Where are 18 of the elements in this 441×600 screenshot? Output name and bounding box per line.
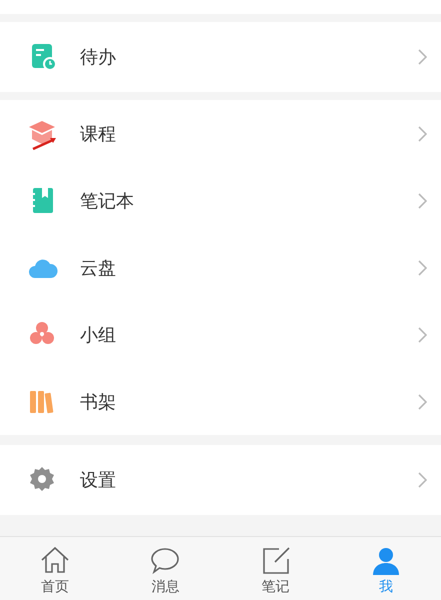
speech-bubble-icon xyxy=(150,546,180,576)
menu-item[interactable]: 书架 xyxy=(0,368,441,435)
home-icon xyxy=(40,546,70,576)
chevron-icon xyxy=(417,124,427,142)
menu-item[interactable]: 笔记本 xyxy=(0,167,441,234)
menu-item[interactable]: 小组 xyxy=(0,301,441,368)
chevron-icon xyxy=(417,258,427,276)
menu-item[interactable]: 课程 xyxy=(0,100,441,167)
person-icon xyxy=(370,546,401,576)
chevron-icon xyxy=(417,192,427,210)
chevron-icon xyxy=(417,471,427,489)
chevron-icon xyxy=(417,392,427,410)
chevron-icon xyxy=(417,326,427,344)
edit-icon xyxy=(260,546,291,576)
menu-item[interactable]: 设置 xyxy=(0,445,441,515)
chevron-icon xyxy=(417,48,427,66)
menu-item[interactable]: 云盘 xyxy=(0,234,441,301)
menu-item[interactable]: 待办 xyxy=(0,22,441,92)
